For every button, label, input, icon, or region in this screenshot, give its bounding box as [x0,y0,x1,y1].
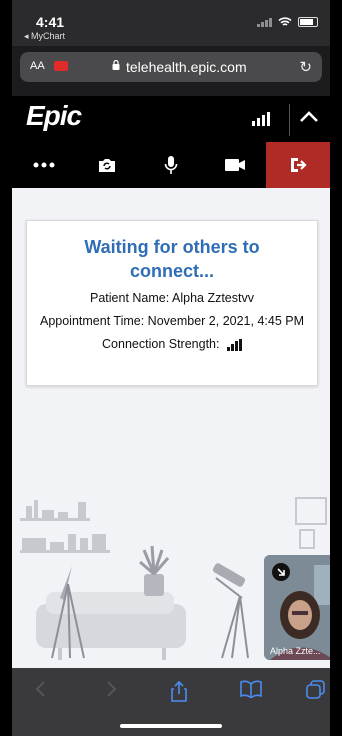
battery-icon [298,17,318,27]
switch-camera-button[interactable] [76,142,140,188]
clock: 4:41 [36,14,65,30]
reload-icon[interactable]: ↻ [299,58,312,76]
signal-strength-icon [252,112,270,126]
connection-strength-icon [226,338,242,351]
cell-signal-icon [257,17,272,27]
wifi-icon [278,17,292,26]
address-bar[interactable]: AA telehealth.epic.com ↻ [20,52,322,82]
call-controls [12,142,330,188]
header-divider [289,104,290,136]
leave-call-button[interactable] [266,142,330,188]
patient-name: Patient Name: Alpha Zztestvv [90,291,254,305]
chevron-up-icon[interactable] [298,106,320,128]
waiting-card: Waiting for others to connect... Patient… [26,220,318,386]
text-size-button[interactable]: AA [30,60,45,72]
video-camera-button[interactable] [203,142,267,188]
self-view-video[interactable]: Alpha Zzte... [264,555,330,660]
connection-strength-row: Connection Strength: [27,336,317,352]
more-icon [33,162,55,168]
url-text: telehealth.epic.com [126,59,247,75]
microphone-button[interactable] [139,142,203,188]
appointment-time: Appointment Time: November 2, 2021, 4:45… [39,314,305,328]
switch-camera-icon [99,159,116,172]
expand-video-button[interactable] [272,563,290,581]
epic-header: Epic [12,96,330,188]
video-camera-icon [224,159,245,171]
connection-strength-label: Connection Strength: [102,337,220,351]
back-arrow-icon[interactable] [34,680,48,698]
share-icon[interactable] [170,680,188,702]
back-to-app-link[interactable]: ◂ MyChart [24,31,65,42]
home-indicator [120,724,222,728]
status-bar: 4:41 ◂ MyChart [12,0,330,46]
bookmarks-icon[interactable] [240,680,262,698]
forward-arrow-icon[interactable] [104,680,118,698]
more-options-button[interactable] [12,142,76,188]
arrow-down-right-icon [277,568,285,576]
exit-icon [291,158,307,172]
microphone-icon [164,156,178,174]
camera-recording-icon [54,61,68,71]
waiting-heading: Waiting for others to connect... [84,237,260,281]
tabs-icon[interactable] [306,680,326,700]
phone-screen: 4:41 ◂ MyChart AA telehealth.epic.com ↻ … [12,0,330,736]
lock-icon [112,60,120,70]
epic-logo: Epic [26,100,82,131]
self-view-name: Alpha Zzte... [270,646,321,656]
